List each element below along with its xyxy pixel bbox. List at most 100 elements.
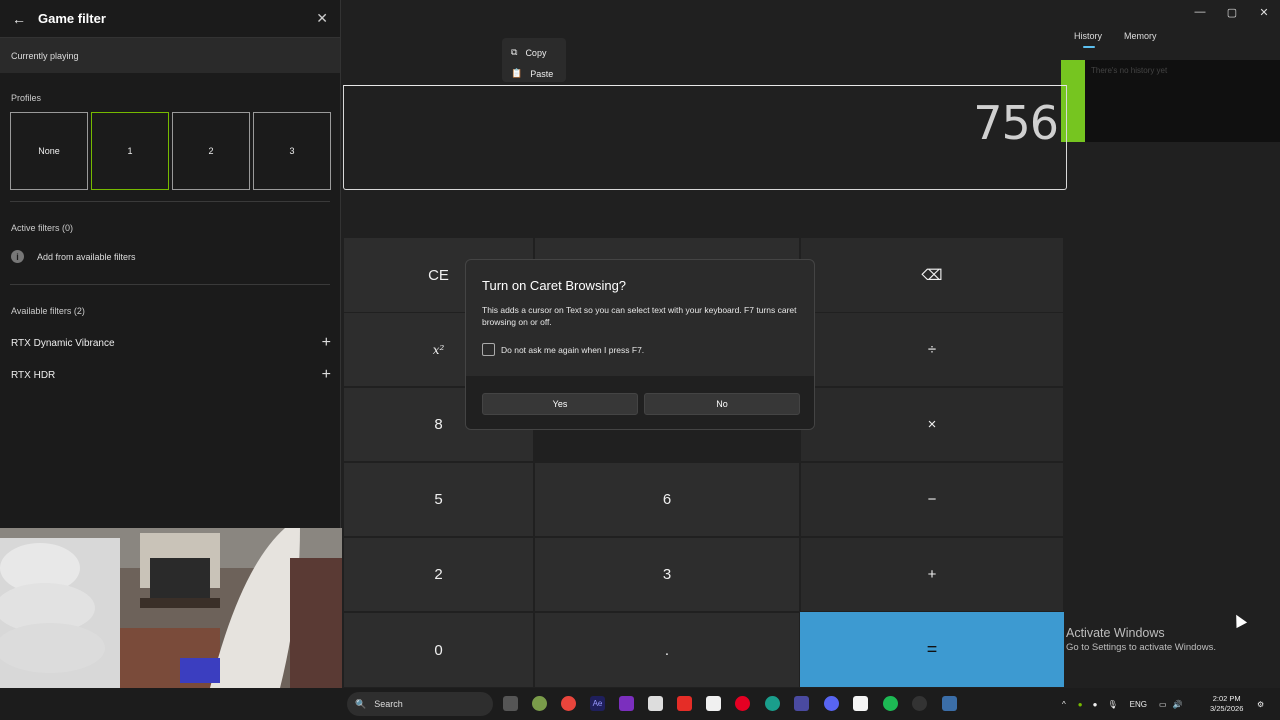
history-memory-tabs: History Memory [1074,31,1157,48]
filter-row-rtx-hdr[interactable]: RTX HDR + [11,366,331,384]
calculator-icon[interactable] [942,696,957,711]
microphone-icon[interactable]: 🎙 [1107,700,1117,709]
profile-1[interactable]: 1 [91,112,169,190]
backspace-key[interactable]: ⌫ [801,238,1063,312]
game-filter-header: ← Game filter ✕ [0,0,340,38]
plus-key[interactable]: + [801,538,1063,611]
nvidia-icon[interactable]: ● [1078,700,1083,709]
profiles-label: Profiles [11,93,42,103]
key-2[interactable]: 2 [344,538,533,611]
activate-title: Activate Windows [1066,626,1165,640]
checkbox-label: Do not ask me again when I press F7. [501,344,645,355]
pinterest-icon[interactable] [735,696,750,711]
filter-row-rtx-dynamic-vibrance[interactable]: RTX Dynamic Vibrance + [11,334,331,352]
copy-icon: ⧉ [511,47,518,57]
context-menu-copy[interactable]: ⧉ Copy [502,42,566,63]
task-view-icon[interactable] [503,696,518,711]
search-icon: 🔍 [355,698,367,709]
add-filters-label: Add from available filters [37,251,136,262]
context-menu-paste[interactable]: 📋 Paste [502,63,566,84]
activate-subtitle: Go to Settings to activate Windows. [1066,642,1216,653]
app-icon[interactable] [619,696,634,711]
youtube-icon[interactable] [677,696,692,711]
taskbar: 🔍 Search Ae ^ ● ● 🎙 ENG ▭ 🔊 2:02 PM 3/25… [0,688,1280,720]
webcam-feed [0,528,342,688]
profile-2[interactable]: 2 [172,112,250,190]
volume-icon[interactable]: 🔊 [1173,700,1183,709]
tab-memory[interactable]: Memory [1124,31,1157,41]
profile-3[interactable]: 3 [253,112,331,190]
minus-key[interactable]: − [801,463,1063,536]
history-panel: There's no history yet [1085,60,1280,142]
decimal-key[interactable]: . [535,613,799,687]
key-3[interactable]: 3 [535,538,799,611]
wifi-icon[interactable]: ▭ [1159,700,1167,709]
filter-name: RTX Dynamic Vibrance [11,337,115,349]
divider [10,201,330,202]
notification-icon[interactable]: ⚙ [1257,688,1264,720]
divide-key[interactable]: ÷ [801,313,1063,386]
yes-button[interactable]: Yes [482,393,638,415]
app-icon[interactable] [794,696,809,711]
network-icon[interactable]: ● [1093,700,1098,709]
copy-label: Copy [525,47,547,58]
taskbar-search[interactable]: 🔍 Search [347,692,493,716]
paste-label: Paste [530,68,554,79]
key-6[interactable]: 6 [535,463,799,536]
dont-ask-again-checkbox-row[interactable]: Do not ask me again when I press F7. [482,343,644,356]
caret-browsing-dialog: Turn on Caret Browsing? This adds a curs… [465,259,815,430]
chrome-icon[interactable] [561,696,576,711]
tab-history[interactable]: History [1074,31,1102,48]
add-filter-plus-icon[interactable]: + [322,366,331,384]
multiply-key[interactable]: × [801,388,1063,461]
key-0[interactable]: 0 [344,613,533,687]
add-filter-plus-icon[interactable]: + [322,334,331,352]
media-player-icon[interactable] [912,696,927,711]
active-filters-label: Active filters (0) [11,223,74,233]
close-icon[interactable]: ✕ [316,10,328,27]
back-arrow-icon[interactable]: ← [12,11,32,27]
after-effects-icon[interactable]: Ae [590,696,605,711]
spotify-icon[interactable] [883,696,898,711]
display-value: 756 [973,96,1059,150]
profile-none[interactable]: None [10,112,88,190]
dont-ask-again-checkbox[interactable] [482,343,495,356]
currently-playing-bar: Currently playing [0,38,340,73]
search-label: Search [374,699,403,709]
edge-icon[interactable] [765,696,780,711]
language-indicator[interactable]: ENG [1130,700,1147,709]
dialog-title: Turn on Caret Browsing? [482,278,627,293]
info-icon: i [11,250,24,263]
system-tray: ^ ● ● 🎙 ENG ▭ 🔊 [1062,688,1182,720]
game-filter-panel: ← Game filter ✕ Currently playing Profil… [0,0,341,528]
clock[interactable]: 2:02 PM 3/25/2026 [1210,694,1243,714]
minimize-button[interactable]: — [1184,2,1216,22]
paste-icon: 📋 [511,68,523,78]
clock-time: 2:02 PM [1212,694,1241,703]
window-controls: — ▢ ✕ [1184,2,1280,22]
store-icon[interactable] [706,696,721,711]
close-window-button[interactable]: ✕ [1248,2,1280,22]
discord-icon[interactable] [824,696,839,711]
webcam-image [0,528,342,688]
maximize-button[interactable]: ▢ [1216,2,1248,22]
currently-playing-label: Currently playing [11,51,79,61]
clock-date: 3/25/2026 [1210,704,1244,713]
dialog-footer: Yes No [466,376,814,429]
no-button[interactable]: No [644,393,800,415]
divider [10,284,330,285]
history-empty-text: There's no history yet [1091,66,1168,75]
activate-windows-watermark: Activate Windows Go to Settings to activ… [1066,626,1216,653]
filter-name: RTX HDR [11,369,56,381]
game-filter-title: Game filter [38,11,106,26]
app-icon[interactable] [532,696,547,711]
context-menu: ⧉ Copy 📋 Paste [502,38,566,82]
add-filters-row[interactable]: i Add from available filters [11,250,136,263]
file-icon[interactable] [853,696,868,711]
dialog-body: This adds a cursor on Text so you can se… [482,305,797,327]
key-5[interactable]: 5 [344,463,533,536]
chevron-up-icon[interactable]: ^ [1062,700,1066,709]
equals-key[interactable]: = [800,612,1064,687]
profile-list: None 1 2 3 [10,112,331,190]
app-icon[interactable] [648,696,663,711]
